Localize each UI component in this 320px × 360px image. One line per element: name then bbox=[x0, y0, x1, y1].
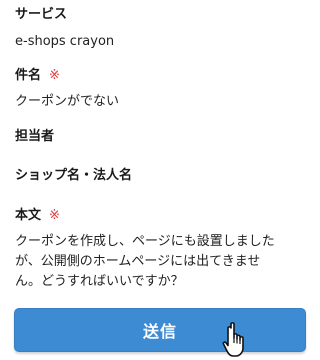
service-value: e-shops crayon bbox=[15, 34, 115, 49]
subject-label: 件名 ※ bbox=[15, 68, 60, 84]
person-label: 担当者 bbox=[15, 129, 54, 145]
hand-pointer-icon bbox=[222, 322, 244, 357]
body-text[interactable]: クーポンを作成し、ページにも設置しました が、公開側のホームページには出てきませ… bbox=[15, 232, 305, 292]
service-label: サービス bbox=[15, 7, 67, 23]
person-label-text: 担当者 bbox=[15, 129, 55, 144]
body-line: が、公開側のホームページには出てきませ bbox=[15, 254, 261, 269]
body-label-text: 本文 bbox=[15, 208, 42, 223]
shop-label: ショップ名・法人名 bbox=[15, 168, 132, 184]
subject-label-text: 件名 bbox=[15, 68, 42, 83]
service-label-text: サービス bbox=[15, 7, 68, 22]
body-line: ん。どうすればいいですか？ bbox=[15, 274, 184, 289]
subject-required-mark: ※ bbox=[49, 68, 60, 83]
subject-value[interactable]: クーポンがでない bbox=[15, 94, 119, 110]
body-line: クーポンを作成し、ページにも設置しました bbox=[15, 234, 275, 249]
submit-button[interactable]: 送信 bbox=[14, 308, 306, 352]
submit-button-label: 送信 bbox=[142, 322, 177, 341]
shop-label-text: ショップ名・法人名 bbox=[15, 168, 133, 183]
body-required-mark: ※ bbox=[49, 208, 60, 223]
body-label: 本文 ※ bbox=[15, 208, 60, 224]
